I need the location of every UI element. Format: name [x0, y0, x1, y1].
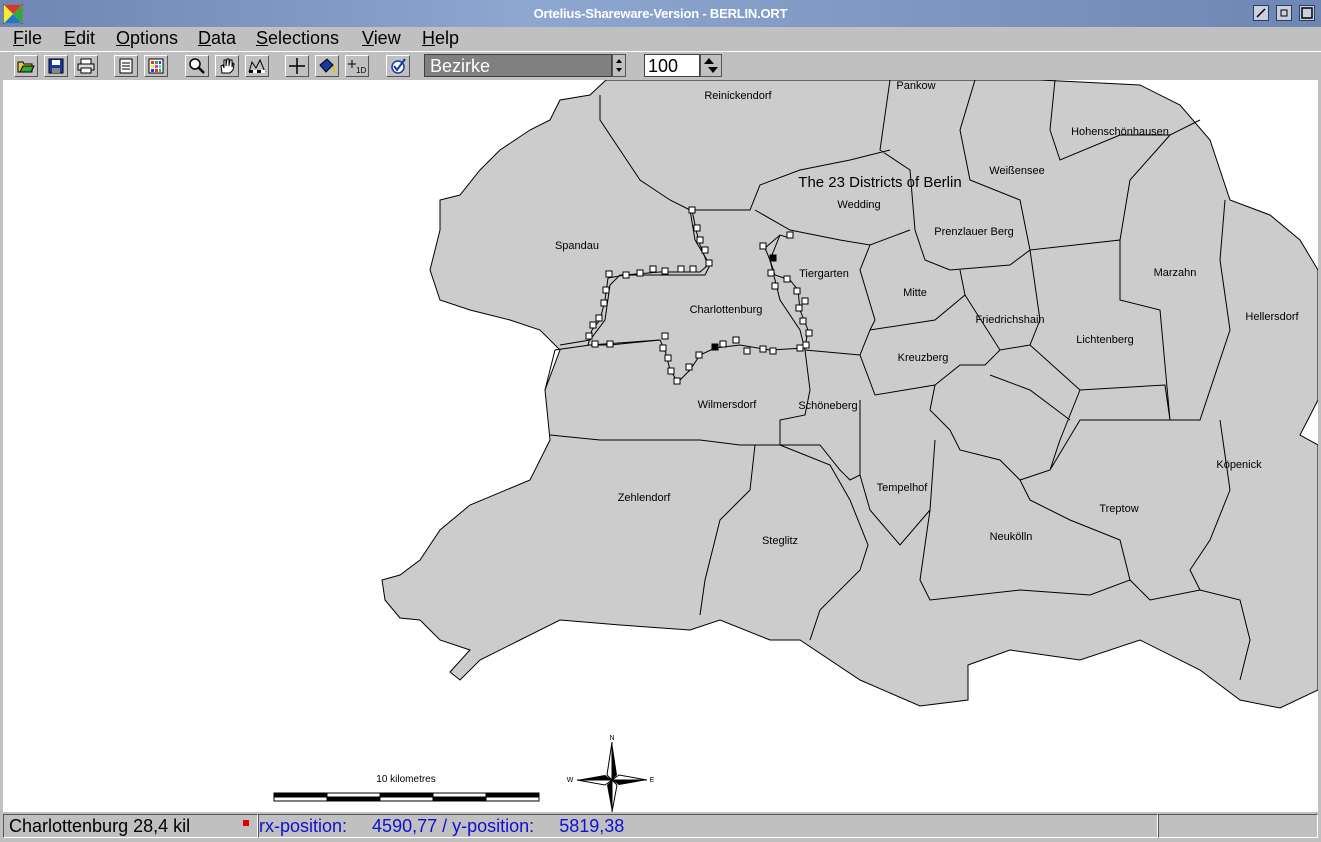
spinner-arrows-icon — [616, 59, 622, 72]
print-button[interactable] — [74, 55, 98, 77]
label-koepenick: Köpenick — [1216, 459, 1262, 471]
save-button[interactable] — [44, 55, 68, 77]
scale-icon — [248, 58, 266, 73]
print-icon — [77, 58, 95, 74]
label-tempelhof: Tempelhof — [877, 482, 929, 494]
zoom-input[interactable]: 100 — [644, 54, 700, 77]
menu-file[interactable]: File — [13, 28, 42, 49]
menu-options[interactable]: Options — [116, 28, 178, 49]
list-button[interactable] — [114, 55, 138, 77]
label-kreuzberg: Kreuzberg — [898, 352, 949, 364]
zoom-spinner-icon — [704, 58, 718, 73]
menu-selections[interactable]: Selections — [256, 28, 339, 49]
label-wilmersdorf: Wilmersdorf — [698, 399, 758, 411]
label-schoeneberg: Schöneberg — [798, 400, 857, 412]
label-zehlendorf: Zehlendorf — [618, 492, 672, 504]
label-marzahn: Marzahn — [1154, 267, 1197, 279]
status-extra-panel — [1158, 814, 1318, 838]
maximize-icon — [1301, 7, 1313, 19]
add-label-button[interactable]: 1D — [345, 55, 369, 77]
label-pankow: Pankow — [896, 80, 935, 92]
zoom-spinner[interactable] — [700, 54, 722, 77]
label-steglitz: Steglitz — [762, 535, 798, 547]
compass-rose-icon: N E W — [567, 735, 655, 812]
layer-spinner[interactable] — [612, 54, 626, 77]
status-coordinates: rx-position: 4590,77 / y-position: 5819,… — [258, 814, 1158, 838]
label-mitte: Mitte — [903, 287, 927, 299]
zoom-icon — [189, 58, 205, 74]
label-hellersdorf: Hellersdorf — [1245, 311, 1299, 323]
label-friedrichshain: Friedrichshain — [975, 314, 1044, 326]
scale-button[interactable] — [245, 55, 269, 77]
crosshair-icon — [289, 58, 305, 74]
svg-text:W: W — [567, 777, 574, 784]
check-icon — [391, 58, 406, 74]
window-title: Ortelius-Shareware-Version - BERLIN.ORT — [533, 6, 788, 21]
pan-hand-icon — [220, 58, 235, 74]
open-icon — [17, 61, 35, 73]
label-reinickendorf: Reinickendorf — [704, 90, 772, 102]
scale-label: 10 kilometres — [376, 774, 435, 785]
status-marker-icon — [243, 820, 249, 826]
menu-edit[interactable]: Edit — [64, 28, 95, 49]
minimize-button[interactable] — [1253, 5, 1269, 21]
toolbar: 1D Bezirke 100 — [0, 51, 1321, 80]
svg-text:E: E — [650, 777, 655, 784]
layer-select[interactable]: Bezirke — [424, 54, 612, 77]
status-bar: Charlottenburg 28,4 kil rx-position: 459… — [0, 812, 1321, 842]
open-button[interactable] — [14, 55, 38, 77]
zoom-button[interactable] — [185, 55, 209, 77]
list-icon — [119, 58, 133, 74]
restore-button[interactable] — [1276, 5, 1292, 21]
scale-bar — [273, 792, 540, 802]
menu-view[interactable]: View — [362, 28, 401, 49]
x-position-value: 4590,77 — [372, 816, 438, 836]
y-position-label: / y-position: — [442, 816, 535, 836]
label-treptow: Treptow — [1099, 503, 1138, 515]
check-button[interactable] — [386, 55, 410, 77]
map-canvas[interactable]: Reinickendorf Pankow Hohenschönhausen We… — [3, 80, 1318, 812]
x-position-label: rx-position: — [259, 816, 348, 836]
grid-icon — [148, 58, 164, 74]
map-title: The 23 Districts of Berlin — [798, 174, 961, 191]
label-hohenschoenhausen: Hohenschönhausen — [1071, 126, 1169, 138]
label-neukoelln: Neukölln — [990, 531, 1033, 543]
restore-icon — [1280, 9, 1288, 17]
status-selection-text: Charlottenburg 28,4 kil — [3, 814, 258, 838]
maximize-button[interactable] — [1299, 5, 1315, 21]
label-charlottenburg: Charlottenburg — [690, 304, 763, 316]
crosshair-button[interactable] — [285, 55, 309, 77]
save-icon — [48, 58, 64, 74]
y-position-value: 5819,38 — [559, 816, 625, 836]
berlin-map[interactable]: Reinickendorf Pankow Hohenschönhausen We… — [3, 80, 1318, 812]
fill-bucket-icon — [319, 58, 335, 73]
add-label-icon: 1D — [348, 60, 366, 74]
svg-text:1D: 1D — [356, 66, 366, 74]
svg-text:N: N — [609, 735, 614, 742]
menu-help[interactable]: Help — [422, 28, 459, 49]
menu-bar: File Edit Options Data Selections View H… — [0, 27, 1321, 51]
grid-button[interactable] — [144, 55, 168, 77]
label-spandau: Spandau — [555, 240, 599, 252]
pan-button[interactable] — [215, 55, 239, 77]
label-tiergarten: Tiergarten — [799, 268, 849, 280]
label-prenzlauer-berg: Prenzlauer Berg — [934, 226, 1014, 238]
label-wedding: Wedding — [837, 199, 880, 211]
title-bar: Ortelius-Shareware-Version - BERLIN.ORT — [0, 0, 1321, 28]
fill-button[interactable] — [315, 55, 339, 77]
minimize-icon — [1256, 8, 1266, 18]
menu-data[interactable]: Data — [198, 28, 236, 49]
label-weissensee: Weißensee — [989, 165, 1044, 177]
label-lichtenberg: Lichtenberg — [1076, 334, 1134, 346]
